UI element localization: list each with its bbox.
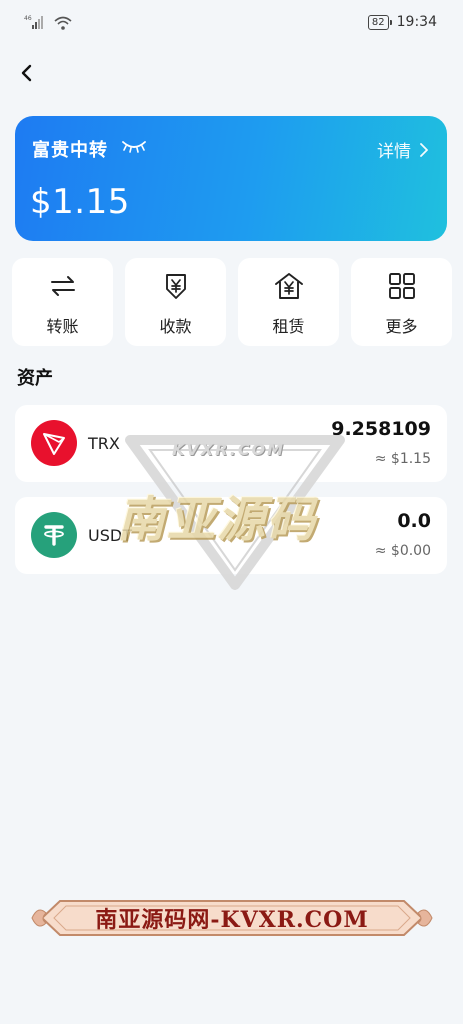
status-bar: 46 82 19:34: [0, 0, 463, 44]
wallet-balance: $1.15: [30, 182, 130, 222]
eye-closed-icon[interactable]: [121, 138, 147, 158]
network-type: 46: [24, 15, 32, 22]
more-button[interactable]: 更多: [351, 258, 452, 346]
receive-label: 收款: [159, 317, 192, 336]
watermark-banner: 南亚源码网-KVXR.COM: [30, 893, 434, 943]
battery-icon: 82: [367, 14, 392, 30]
asset-symbol: TRX: [88, 434, 120, 453]
back-button[interactable]: [14, 60, 40, 86]
trx-icon: [31, 420, 77, 466]
banner-text: 南亚源码网-KVXR.COM: [95, 907, 369, 933]
lease-label: 租赁: [272, 317, 305, 336]
asset-amount: 0.0: [397, 510, 431, 532]
transfer-icon: [47, 270, 79, 302]
transfer-button[interactable]: 转账: [12, 258, 113, 346]
wifi-icon: [54, 15, 72, 34]
watermark-domain: KVXR.COM: [172, 440, 286, 459]
assets-title: 资产: [17, 368, 53, 389]
receive-button[interactable]: 收款: [125, 258, 226, 346]
transfer-label: 转账: [46, 317, 79, 336]
signal-icon: 46: [24, 14, 48, 34]
chevron-left-icon: [21, 64, 32, 82]
lease-button[interactable]: 租赁: [238, 258, 339, 346]
wallet-page: 46 82 19:34 富贵中转 详情 $1.15 转账 收款 租赁 更多 资产…: [0, 0, 463, 1024]
asset-fiat-value: ≈ $1.15: [374, 451, 431, 467]
asset-fiat-value: ≈ $0.00: [374, 543, 431, 559]
clock: 19:34: [396, 14, 437, 30]
receive-icon: [160, 270, 192, 302]
wallet-card[interactable]: 富贵中转 详情 $1.15: [15, 116, 447, 241]
grid-icon: [386, 270, 418, 302]
detail-link[interactable]: 详情: [377, 137, 429, 162]
action-bar: 转账 收款 租赁 更多: [12, 258, 452, 346]
detail-label: 详情: [377, 142, 411, 162]
lease-icon: [273, 270, 305, 302]
usdt-icon: [31, 512, 77, 558]
asset-amount: 9.258109: [331, 418, 431, 440]
more-label: 更多: [385, 317, 418, 336]
status-left: 46: [24, 14, 72, 34]
chevron-right-icon: [420, 142, 428, 157]
wallet-name: 富贵中转: [32, 140, 108, 161]
status-right: 82 19:34: [367, 14, 437, 30]
watermark-brand: 南亚源码: [117, 492, 318, 548]
